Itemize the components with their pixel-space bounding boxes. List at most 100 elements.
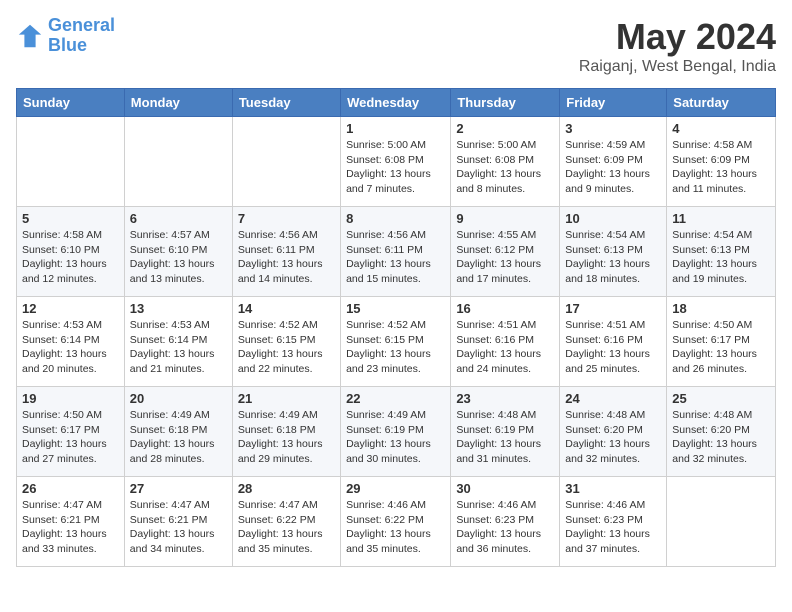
calendar-cell: 30Sunrise: 4:46 AM Sunset: 6:23 PM Dayli…: [451, 477, 560, 567]
cell-content: Sunrise: 4:59 AM Sunset: 6:09 PM Dayligh…: [565, 138, 661, 197]
day-number: 27: [130, 481, 227, 496]
logo-icon: [16, 22, 44, 50]
cell-content: Sunrise: 4:50 AM Sunset: 6:17 PM Dayligh…: [672, 318, 770, 377]
day-number: 23: [456, 391, 554, 406]
cell-content: Sunrise: 4:53 AM Sunset: 6:14 PM Dayligh…: [22, 318, 119, 377]
header-tuesday: Tuesday: [232, 89, 340, 117]
calendar-cell: 1 Sunrise: 5:00 AM Sunset: 6:08 PM Daylig…: [341, 117, 451, 207]
cell-content: Sunrise: 4:51 AM Sunset: 6:16 PM Dayligh…: [456, 318, 554, 377]
cell-content: Sunrise: 4:47 AM Sunset: 6:22 PM Dayligh…: [238, 498, 335, 557]
calendar-cell: 29Sunrise: 4:46 AM Sunset: 6:22 PM Dayli…: [341, 477, 451, 567]
day-number: 4: [672, 121, 770, 136]
day-number: 24: [565, 391, 661, 406]
day-number: 17: [565, 301, 661, 316]
day-number: 16: [456, 301, 554, 316]
header-wednesday: Wednesday: [341, 89, 451, 117]
header-sunday: Sunday: [17, 89, 125, 117]
calendar-cell: 4 Sunrise: 4:58 AM Sunset: 6:09 PM Daylig…: [667, 117, 776, 207]
cell-content: Sunrise: 5:00 AM Sunset: 6:08 PM Dayligh…: [346, 138, 445, 197]
day-number: 10: [565, 211, 661, 226]
cell-content: Sunrise: 4:48 AM Sunset: 6:20 PM Dayligh…: [672, 408, 770, 467]
day-number: 30: [456, 481, 554, 496]
calendar-week-5: 26 Sunrise: 4:47 AM Sunset: 6:21 PM Dayli…: [17, 477, 776, 567]
cell-content: Sunrise: 5:00 AM Sunset: 6:08 PM Dayligh…: [456, 138, 554, 197]
cell-content: Sunrise: 4:58 AM Sunset: 6:09 PM Dayligh…: [672, 138, 770, 197]
cell-content: Sunrise: 4:57 AM Sunset: 6:10 PM Dayligh…: [130, 228, 227, 287]
calendar-cell: 13Sunrise: 4:53 AM Sunset: 6:14 PM Dayli…: [124, 297, 232, 387]
calendar-cell: [232, 117, 340, 207]
cell-content: Sunrise: 4:54 AM Sunset: 6:13 PM Dayligh…: [672, 228, 770, 287]
cell-content: Sunrise: 4:56 AM Sunset: 6:11 PM Dayligh…: [238, 228, 335, 287]
calendar-cell: 25Sunrise: 4:48 AM Sunset: 6:20 PM Dayli…: [667, 387, 776, 477]
cell-content: Sunrise: 4:48 AM Sunset: 6:20 PM Dayligh…: [565, 408, 661, 467]
calendar-cell: 20Sunrise: 4:49 AM Sunset: 6:18 PM Dayli…: [124, 387, 232, 477]
day-number: 22: [346, 391, 445, 406]
calendar-cell: 18Sunrise: 4:50 AM Sunset: 6:17 PM Dayli…: [667, 297, 776, 387]
calendar-cell: 8 Sunrise: 4:56 AM Sunset: 6:11 PM Daylig…: [341, 207, 451, 297]
calendar-cell: 9Sunrise: 4:55 AM Sunset: 6:12 PM Daylig…: [451, 207, 560, 297]
cell-content: Sunrise: 4:58 AM Sunset: 6:10 PM Dayligh…: [22, 228, 119, 287]
calendar-cell: 5 Sunrise: 4:58 AM Sunset: 6:10 PM Daylig…: [17, 207, 125, 297]
calendar-cell: 15 Sunrise: 4:52 AM Sunset: 6:15 PM Dayli…: [341, 297, 451, 387]
cell-content: Sunrise: 4:50 AM Sunset: 6:17 PM Dayligh…: [22, 408, 119, 467]
calendar-cell: 17 Sunrise: 4:51 AM Sunset: 6:16 PM Dayli…: [560, 297, 667, 387]
day-number: 29: [346, 481, 445, 496]
header-friday: Friday: [560, 89, 667, 117]
day-number: 12: [22, 301, 119, 316]
cell-content: Sunrise: 4:47 AM Sunset: 6:21 PM Dayligh…: [130, 498, 227, 557]
day-number: 3: [565, 121, 661, 136]
day-number: 15: [346, 301, 445, 316]
cell-content: Sunrise: 4:46 AM Sunset: 6:23 PM Dayligh…: [565, 498, 661, 557]
cell-content: Sunrise: 4:49 AM Sunset: 6:19 PM Dayligh…: [346, 408, 445, 467]
calendar-table: SundayMondayTuesdayWednesdayThursdayFrid…: [16, 88, 776, 567]
calendar-week-1: 1 Sunrise: 5:00 AM Sunset: 6:08 PM Daylig…: [17, 117, 776, 207]
calendar-week-3: 12 Sunrise: 4:53 AM Sunset: 6:14 PM Dayli…: [17, 297, 776, 387]
title-block: May 2024 Raiganj, West Bengal, India: [579, 16, 776, 76]
calendar-cell: 6 Sunrise: 4:57 AM Sunset: 6:10 PM Daylig…: [124, 207, 232, 297]
calendar-cell: 14 Sunrise: 4:52 AM Sunset: 6:15 PM Dayli…: [232, 297, 340, 387]
calendar-cell: [17, 117, 125, 207]
calendar-cell: 12 Sunrise: 4:53 AM Sunset: 6:14 PM Dayli…: [17, 297, 125, 387]
logo-text: General Blue: [48, 16, 115, 56]
header-saturday: Saturday: [667, 89, 776, 117]
calendar-cell: 23 Sunrise: 4:48 AM Sunset: 6:19 PM Dayli…: [451, 387, 560, 477]
calendar-cell: 11 Sunrise: 4:54 AM Sunset: 6:13 PM Dayli…: [667, 207, 776, 297]
day-number: 6: [130, 211, 227, 226]
calendar-cell: 10 Sunrise: 4:54 AM Sunset: 6:13 PM Dayli…: [560, 207, 667, 297]
calendar-week-2: 5 Sunrise: 4:58 AM Sunset: 6:10 PM Daylig…: [17, 207, 776, 297]
cell-content: Sunrise: 4:48 AM Sunset: 6:19 PM Dayligh…: [456, 408, 554, 467]
day-number: 31: [565, 481, 661, 496]
day-number: 14: [238, 301, 335, 316]
header-thursday: Thursday: [451, 89, 560, 117]
header-monday: Monday: [124, 89, 232, 117]
page-header: General Blue May 2024 Raiganj, West Beng…: [16, 16, 776, 76]
calendar-cell: 7 Sunrise: 4:56 AM Sunset: 6:11 PM Daylig…: [232, 207, 340, 297]
calendar-cell: 22 Sunrise: 4:49 AM Sunset: 6:19 PM Dayli…: [341, 387, 451, 477]
cell-content: Sunrise: 4:53 AM Sunset: 6:14 PM Dayligh…: [130, 318, 227, 377]
calendar-cell: 31 Sunrise: 4:46 AM Sunset: 6:23 PM Dayli…: [560, 477, 667, 567]
day-number: 11: [672, 211, 770, 226]
calendar-cell: 21Sunrise: 4:49 AM Sunset: 6:18 PM Dayli…: [232, 387, 340, 477]
day-number: 5: [22, 211, 119, 226]
cell-content: Sunrise: 4:47 AM Sunset: 6:21 PM Dayligh…: [22, 498, 119, 557]
day-number: 8: [346, 211, 445, 226]
cell-content: Sunrise: 4:52 AM Sunset: 6:15 PM Dayligh…: [238, 318, 335, 377]
calendar-cell: 3 Sunrise: 4:59 AM Sunset: 6:09 PM Daylig…: [560, 117, 667, 207]
calendar-cell: [667, 477, 776, 567]
calendar-cell: 26 Sunrise: 4:47 AM Sunset: 6:21 PM Dayli…: [17, 477, 125, 567]
cell-content: Sunrise: 4:51 AM Sunset: 6:16 PM Dayligh…: [565, 318, 661, 377]
calendar-cell: 2Sunrise: 5:00 AM Sunset: 6:08 PM Daylig…: [451, 117, 560, 207]
day-number: 20: [130, 391, 227, 406]
cell-content: Sunrise: 4:54 AM Sunset: 6:13 PM Dayligh…: [565, 228, 661, 287]
location-title: Raiganj, West Bengal, India: [579, 58, 776, 76]
day-number: 7: [238, 211, 335, 226]
day-number: 28: [238, 481, 335, 496]
day-number: 26: [22, 481, 119, 496]
day-number: 19: [22, 391, 119, 406]
calendar-cell: [124, 117, 232, 207]
day-number: 1: [346, 121, 445, 136]
cell-content: Sunrise: 4:52 AM Sunset: 6:15 PM Dayligh…: [346, 318, 445, 377]
calendar-header-row: SundayMondayTuesdayWednesdayThursdayFrid…: [17, 89, 776, 117]
cell-content: Sunrise: 4:56 AM Sunset: 6:11 PM Dayligh…: [346, 228, 445, 287]
cell-content: Sunrise: 4:55 AM Sunset: 6:12 PM Dayligh…: [456, 228, 554, 287]
